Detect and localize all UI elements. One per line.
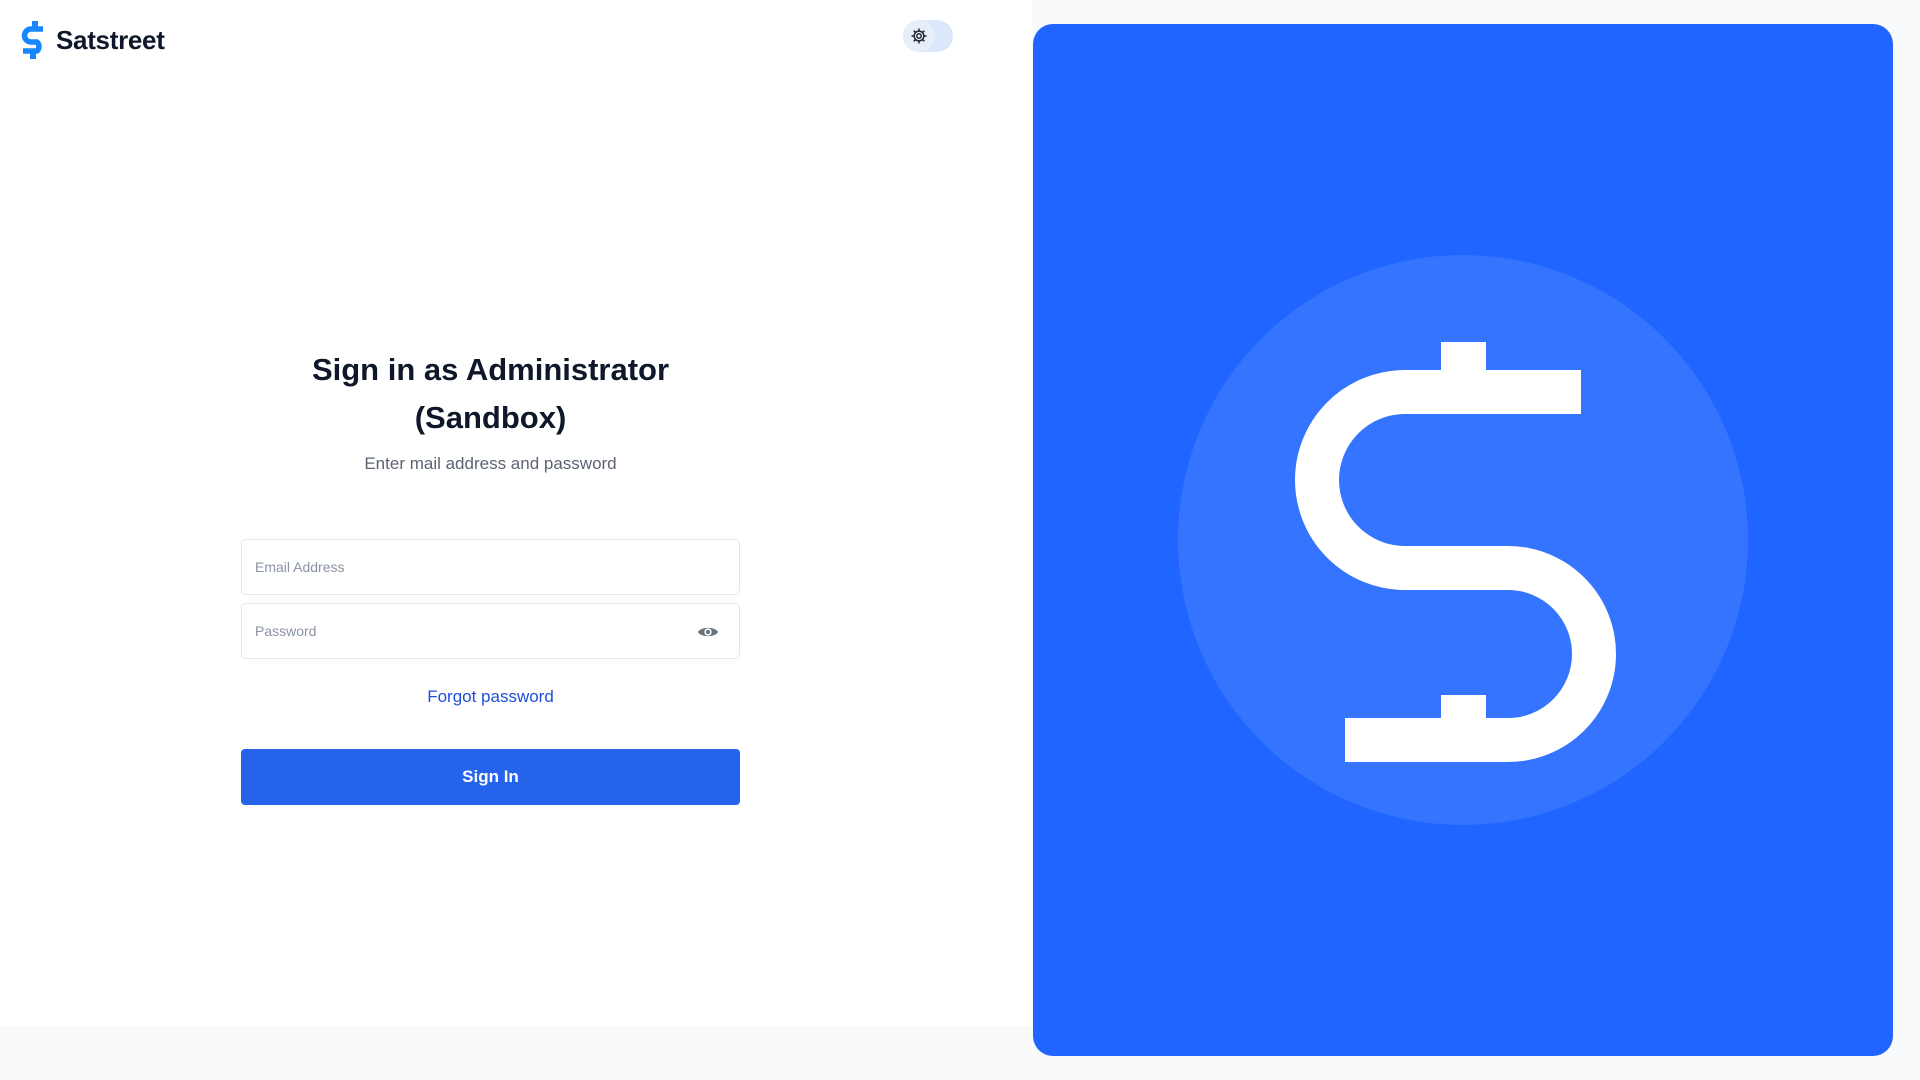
login-pane: Satstreet Sign in as Administrator (Sand… (0, 0, 1032, 1026)
page-subtitle: Enter mail address and password (364, 454, 617, 473)
hero-panel (1033, 24, 1893, 1056)
email-field[interactable] (242, 540, 739, 594)
email-field-wrapper (241, 539, 740, 595)
theme-toggle[interactable] (903, 20, 953, 52)
forgot-password-link[interactable]: Forgot password (241, 685, 740, 709)
page-title: Sign in as Administrator (Sandbox) (311, 352, 670, 435)
dollar-s-icon (21, 21, 43, 59)
password-field[interactable] (242, 604, 739, 658)
brand[interactable]: Satstreet (20, 20, 165, 60)
login-form: Sign in as Administrator (Sandbox) Enter… (241, 346, 740, 805)
brand-name: Satstreet (56, 24, 165, 55)
eye-icon[interactable] (697, 621, 719, 643)
hero-dollar-logo (1178, 255, 1748, 825)
password-field-wrapper (241, 603, 740, 659)
theme-toggle-knob (903, 20, 935, 52)
sign-in-button[interactable]: Sign In (241, 749, 740, 805)
gear-icon (911, 28, 927, 44)
